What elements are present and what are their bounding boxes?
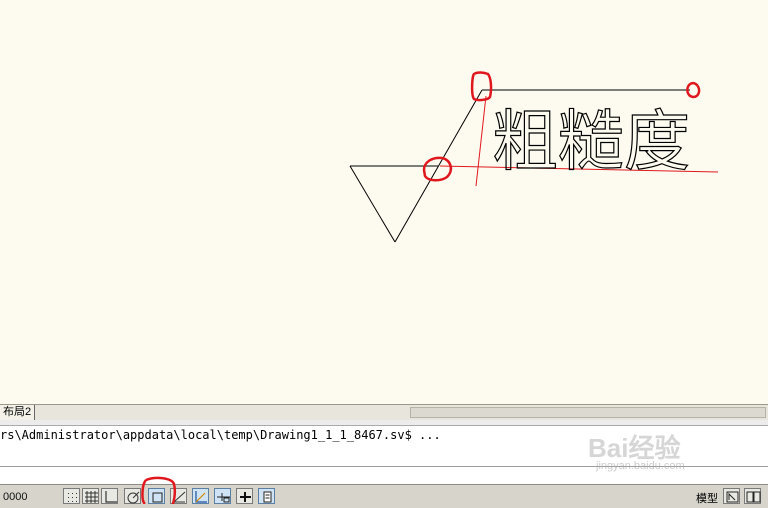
command-history-line: rs\Administrator\appdata\local\temp\Draw… — [0, 428, 441, 442]
viewports-icon — [746, 491, 761, 503]
layout-tab-bar: 布局2 — [0, 404, 768, 420]
lineweight-toggle[interactable] — [236, 488, 253, 504]
lineweight-icon — [240, 492, 251, 502]
dynamic-input-toggle[interactable] — [214, 488, 231, 504]
dynamic-ucs-toggle[interactable] — [192, 488, 209, 504]
symbol-left-edge — [349, 165, 396, 243]
status-bar: 0000 模型 — [0, 484, 768, 508]
model-space-button[interactable]: 模型 — [696, 490, 718, 506]
red-mark-intersection — [422, 156, 453, 182]
layout-icon — [726, 491, 739, 503]
coordinate-readout: 0000 — [3, 491, 28, 503]
baidu-watermark-url: jingyan.baidu.com — [596, 460, 685, 472]
red-mark-osnap — [141, 476, 177, 504]
drawing-svg: 粗糙度 — [349, 71, 719, 243]
quick-properties-toggle[interactable] — [258, 488, 275, 504]
drawing-canvas[interactable]: 粗糙度 — [0, 0, 768, 404]
viewports-button[interactable] — [744, 488, 761, 504]
grid-icon — [85, 491, 98, 503]
horizontal-scrollbar[interactable] — [410, 407, 766, 418]
snap-icon — [68, 493, 77, 502]
snap-toggle[interactable] — [63, 488, 80, 504]
dynamic-input-icon — [217, 493, 230, 503]
layout-view-button[interactable] — [723, 488, 740, 504]
roughness-text: 粗糙度 — [492, 103, 690, 180]
red-vertical-guide — [475, 95, 487, 187]
ortho-icon — [105, 491, 117, 503]
ortho-toggle[interactable] — [101, 488, 118, 504]
dynamic-ucs-icon — [195, 491, 207, 503]
tab-layout2[interactable]: 布局2 — [0, 405, 36, 420]
quick-properties-icon — [263, 491, 272, 503]
grid-toggle[interactable] — [82, 488, 99, 504]
red-mark-top-corner — [470, 71, 493, 102]
